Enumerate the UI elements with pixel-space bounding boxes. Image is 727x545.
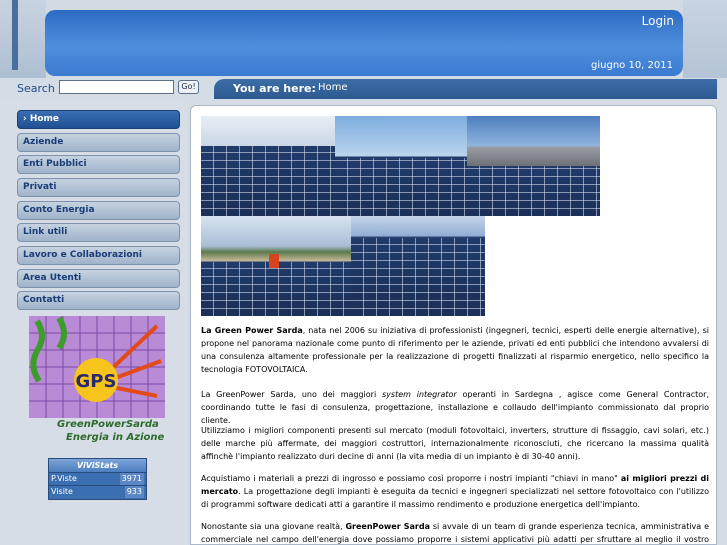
paragraph-text: La GreenPower Sarda, uno dei maggiori xyxy=(201,390,382,399)
header: Login giugno 10, 2011 xyxy=(0,0,727,78)
header-right-decoration xyxy=(683,0,727,78)
search-input[interactable] xyxy=(59,80,174,94)
gps-logo-image: GPS xyxy=(29,316,165,418)
solar-panel-photo xyxy=(335,116,467,216)
nav-item-home[interactable]: › Home xyxy=(17,110,180,129)
nav-item-label: Conto Energia xyxy=(23,205,95,215)
company-name: GreenPower Sarda xyxy=(345,522,430,531)
nav-item-area-utenti[interactable]: Area Utenti xyxy=(17,269,180,288)
breadcrumb: You are here: Home xyxy=(214,79,717,99)
team-paragraph: Nonostante sia una giovane realtà, Green… xyxy=(201,520,709,544)
current-date: giugno 10, 2011 xyxy=(591,60,673,71)
nav-item-enti-pubblici[interactable]: Enti Pubblici xyxy=(17,155,180,174)
pricing-paragraph: Acquistiamo i materiali a prezzi di ingr… xyxy=(201,472,709,511)
vivistats-widget[interactable]: ViViStats P.Viste 3971 Visite 933 xyxy=(48,458,147,500)
breadcrumb-prefix: You are here: xyxy=(233,82,316,95)
header-left-bar xyxy=(12,0,18,70)
login-link[interactable]: Login xyxy=(642,14,674,28)
company-name: La Green Power Sarda xyxy=(201,326,303,335)
stats-value: 3971 xyxy=(119,473,144,485)
logo-caption-slogan: Energia in Azione xyxy=(66,432,165,443)
solar-panel-photo xyxy=(201,116,336,216)
solar-panel-photo xyxy=(351,216,485,316)
nav-item-label: Enti Pubblici xyxy=(23,159,87,169)
paragraph-text: Nonostante sia una giovane realtà, xyxy=(201,522,346,531)
nav-item-label: Link utili xyxy=(23,227,68,237)
nav-item-privati[interactable]: Privati xyxy=(17,178,180,197)
nav-item-link-utili[interactable]: Link utili xyxy=(17,223,180,242)
emphasis-text: system integrator xyxy=(382,390,457,399)
paragraph-text: . La progettazione degli impianti è eseg… xyxy=(201,487,709,509)
nav-item-conto-energia[interactable]: Conto Energia xyxy=(17,201,180,220)
solar-photo-collage xyxy=(201,116,601,316)
paragraph-text: Acquistiamo i materiali a prezzi di ingr… xyxy=(201,474,621,483)
nav-item-label: Privati xyxy=(23,182,57,192)
svg-text:GPS: GPS xyxy=(76,371,117,392)
intro-paragraph: La Green Power Sarda, nata nel 2006 su i… xyxy=(201,324,709,376)
integrator-paragraph: La GreenPower Sarda, uno dei maggiori sy… xyxy=(201,388,709,427)
nav-item-label: Contatti xyxy=(23,295,65,305)
stats-row-visits: Visite 933 xyxy=(49,485,146,498)
nav-item-lavoro-collaborazioni[interactable]: Lavoro e Collaborazioni xyxy=(17,246,180,265)
components-paragraph: Utilizziamo i migliori componenti presen… xyxy=(201,426,709,461)
nav-item-label: Aziende xyxy=(23,137,64,147)
main-content: La Green Power Sarda, nata nel 2006 su i… xyxy=(190,105,717,545)
nav-item-label: Home xyxy=(29,114,60,124)
stats-row-pageviews: P.Viste 3971 xyxy=(49,472,146,485)
search-go-button[interactable]: Go! xyxy=(178,80,199,94)
nav-item-label: Area Utenti xyxy=(23,273,82,283)
nav-item-aziende[interactable]: Aziende xyxy=(17,133,180,152)
nav-item-contatti[interactable]: Contatti xyxy=(17,291,180,310)
vivistats-title: ViViStats xyxy=(49,459,146,472)
nav-item-label: Lavoro e Collaborazioni xyxy=(23,250,143,260)
header-banner xyxy=(45,10,683,76)
solar-panel-photo xyxy=(467,116,600,216)
breadcrumb-current: Home xyxy=(318,82,348,93)
stats-label: P.Viste xyxy=(51,474,77,483)
logo-caption-name: GreenPowerSarda xyxy=(57,419,159,430)
stats-label: Visite xyxy=(51,487,73,496)
search-label: Search xyxy=(17,82,55,95)
header-left-decoration xyxy=(0,0,46,78)
solar-panel-photo xyxy=(201,216,351,316)
stats-value: 933 xyxy=(124,486,144,498)
